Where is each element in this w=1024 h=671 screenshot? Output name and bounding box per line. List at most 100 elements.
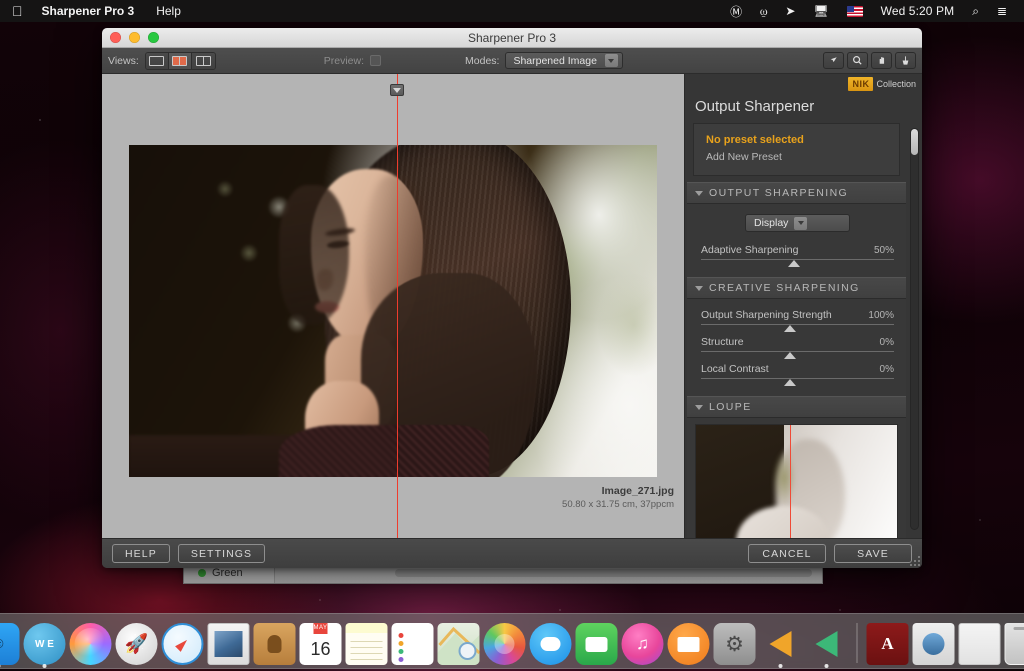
mode-dropdown[interactable]: Sharpened Image <box>505 52 622 69</box>
view-single-button[interactable] <box>146 53 169 69</box>
slider-label-adaptive-sharpening: Adaptive Sharpening <box>701 244 799 256</box>
slider-knob-adaptive-sharpening[interactable] <box>788 260 800 267</box>
section-label-output-sharpening: OUTPUT SHARPENING <box>709 187 848 199</box>
slider-adaptive-sharpening[interactable]: Adaptive Sharpening 50% <box>701 244 894 269</box>
dock-item-facetime[interactable] <box>576 623 618 665</box>
dock-item-siri[interactable] <box>70 623 112 665</box>
running-indicator <box>43 664 47 668</box>
panel-scrollbar-thumb[interactable] <box>911 129 918 155</box>
dropbox-icon[interactable]: ⍹ <box>751 4 776 19</box>
horizontal-scrollbar[interactable] <box>395 569 812 577</box>
output-sharpening-dropdown[interactable]: Display <box>745 214 850 232</box>
disclosure-triangle-icon <box>695 286 703 291</box>
side-by-side-view-icon <box>196 56 211 66</box>
dock-item-photos[interactable] <box>484 623 526 665</box>
maximize-button[interactable] <box>148 32 159 43</box>
settings-button[interactable]: SETTINGS <box>178 544 265 563</box>
image-canvas[interactable]: Image_271.jpg 50.80 x 31.75 cm, 37ppcm <box>102 74 684 538</box>
dock-item-acrobat-folder[interactable]: A <box>867 623 909 665</box>
cancel-button[interactable]: CANCEL <box>748 544 826 563</box>
background-window-status-label: Green <box>212 567 243 579</box>
loupe-preview[interactable] <box>695 424 898 538</box>
slider-output-sharpening-strength[interactable]: Output Sharpening Strength 100% <box>701 309 894 334</box>
flag-icon[interactable] <box>838 6 872 17</box>
window-controls <box>110 32 159 43</box>
section-body-output-sharpening: Display Adaptive Sharpening 50% <box>687 204 906 277</box>
disclosure-triangle-icon <box>695 191 703 196</box>
split-line-handle[interactable] <box>390 84 404 96</box>
slider-knob-local-contrast[interactable] <box>784 379 796 386</box>
dock-item-finder[interactable]: ☺ <box>0 623 20 665</box>
loupe-split-line <box>790 425 791 538</box>
close-button[interactable] <box>110 32 121 43</box>
slider-knob-structure[interactable] <box>784 352 796 359</box>
dock-item-notes[interactable] <box>346 623 388 665</box>
slider-value-adaptive-sharpening: 50% <box>874 245 894 256</box>
dock-item-arrow-orange-app[interactable] <box>760 623 802 665</box>
dock-item-itunes[interactable]: ♫ <box>622 623 664 665</box>
slider-local-contrast[interactable]: Local Contrast 0% <box>701 363 894 388</box>
view-split-button[interactable] <box>169 53 192 69</box>
section-header-output-sharpening[interactable]: OUTPUT SHARPENING <box>687 182 906 204</box>
nik-collection-word: Collection <box>876 79 916 89</box>
slider-structure[interactable]: Structure 0% <box>701 336 894 361</box>
dock-item-maps[interactable] <box>438 623 480 665</box>
dock-item-system-preferences-compass[interactable]: W E <box>24 623 66 665</box>
pan-hand-tool-button[interactable] <box>871 52 892 69</box>
unsharpened-half <box>129 145 397 477</box>
minimize-button[interactable] <box>129 32 140 43</box>
panel-scroll-area: No preset selected Add New Preset OUTPUT… <box>685 123 922 538</box>
pointer-tool-button[interactable] <box>823 52 844 69</box>
calendar-month: MAY <box>313 623 327 634</box>
slider-label-local-contrast: Local Contrast <box>701 363 769 375</box>
dock-item-ibooks[interactable] <box>668 623 710 665</box>
vpn-icon[interactable]: Ⓜ <box>721 3 751 20</box>
brush-tool-button[interactable] <box>895 52 916 69</box>
dock-item-messages[interactable] <box>530 623 572 665</box>
split-line[interactable] <box>397 74 398 538</box>
dock-item-trash[interactable] <box>1005 623 1024 665</box>
control-center-icon[interactable]: ≣ <box>988 4 1016 18</box>
save-button[interactable]: SAVE <box>834 544 912 563</box>
background-window-sidebar: Green <box>184 567 274 579</box>
app-toolbar: Views: Preview: Modes: Sharpened Image <box>102 48 922 74</box>
menu-app-name[interactable]: Sharpener Pro 3 <box>31 0 146 22</box>
preset-box[interactable]: No preset selected Add New Preset <box>693 123 900 176</box>
dock-item-calendar[interactable]: MAY 16 <box>300 623 342 665</box>
status-dot-green <box>198 569 206 577</box>
dock-item-mail[interactable] <box>208 623 250 665</box>
views-segmented-control <box>145 52 216 70</box>
apple-menu-icon[interactable]:  <box>10 4 31 18</box>
zoom-tool-button[interactable] <box>847 52 868 69</box>
resize-grip[interactable] <box>908 554 920 566</box>
pointer-icon[interactable]: ➤ <box>776 4 804 18</box>
dock-item-quicktime-doc[interactable] <box>913 623 955 665</box>
section-header-creative-sharpening[interactable]: CREATIVE SHARPENING <box>687 277 906 299</box>
dock-item-launchpad[interactable]: 🚀 <box>116 623 158 665</box>
airplay-icon[interactable]: 🖥 <box>804 4 837 18</box>
slider-knob-output-sharpening-strength[interactable] <box>784 325 796 332</box>
section-body-creative-sharpening: Output Sharpening Strength 100% Structur… <box>687 299 906 396</box>
slider-track-adaptive-sharpening[interactable] <box>701 259 894 269</box>
add-new-preset-link[interactable]: Add New Preset <box>706 151 887 163</box>
search-icon[interactable]: ⌕ <box>963 4 988 19</box>
panel-scrollbar[interactable] <box>910 128 919 530</box>
slider-track-local-contrast[interactable] <box>701 378 894 388</box>
photo-preview[interactable] <box>129 145 657 477</box>
dock-item-system-preferences[interactable]: ⚙ <box>714 623 756 665</box>
section-header-loupe[interactable]: LOUPE <box>687 396 906 418</box>
dock-item-safari[interactable] <box>162 623 204 665</box>
view-side-by-side-button[interactable] <box>192 53 215 69</box>
slider-track-output-sharpening-strength[interactable] <box>701 324 894 334</box>
running-indicator <box>825 664 829 668</box>
dock-item-arrow-green-app[interactable] <box>806 623 848 665</box>
menu-clock[interactable]: Wed 5:20 PM <box>872 4 964 18</box>
window-titlebar[interactable]: Sharpener Pro 3 <box>102 28 922 48</box>
dock-item-reminders[interactable] <box>392 623 434 665</box>
preview-checkbox[interactable] <box>370 55 381 66</box>
help-button[interactable]: HELP <box>112 544 170 563</box>
dock-item-document[interactable] <box>959 623 1001 665</box>
dock-item-contacts[interactable] <box>254 623 296 665</box>
slider-track-structure[interactable] <box>701 351 894 361</box>
menu-item-help[interactable]: Help <box>145 0 192 22</box>
